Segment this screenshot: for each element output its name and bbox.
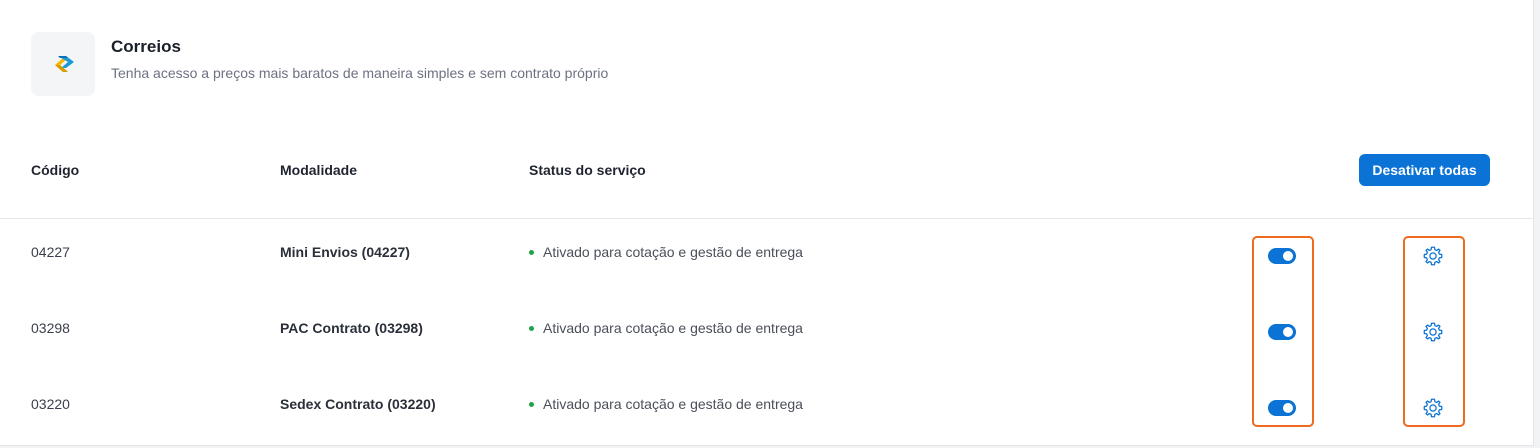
column-header-code: Código bbox=[31, 162, 80, 178]
status-dot-icon bbox=[529, 401, 534, 407]
correios-logo bbox=[31, 32, 95, 96]
page-title: Correios bbox=[111, 37, 181, 56]
toggle-knob bbox=[1283, 251, 1293, 261]
correios-logo-icon bbox=[55, 56, 74, 72]
status-dot-icon bbox=[529, 325, 534, 331]
row-status: Ativado para cotação e gestão de entrega bbox=[529, 290, 803, 366]
table-row: 04227 Mini Envios (04227) Ativado para c… bbox=[0, 214, 1534, 290]
gear-icon[interactable] bbox=[1422, 245, 1444, 267]
toggle-knob bbox=[1283, 327, 1293, 337]
row-status: Ativado para cotação e gestão de entrega bbox=[529, 366, 803, 442]
row-status-text: Ativado para cotação e gestão de entrega bbox=[543, 396, 803, 412]
carrier-card: Correios Tenha acesso a preços mais bara… bbox=[0, 0, 1534, 446]
row-status: Ativado para cotação e gestão de entrega bbox=[529, 214, 803, 290]
gear-icon[interactable] bbox=[1422, 397, 1444, 419]
service-toggle[interactable] bbox=[1268, 324, 1296, 340]
column-header-status: Status do serviço bbox=[529, 162, 646, 178]
row-modality: Mini Envios (04227) bbox=[280, 244, 410, 260]
column-header-modality: Modalidade bbox=[280, 162, 358, 178]
table-row: 03298 PAC Contrato (03298) Ativado para … bbox=[0, 290, 1534, 366]
row-status-text: Ativado para cotação e gestão de entrega bbox=[543, 244, 803, 260]
row-modality: PAC Contrato (03298) bbox=[280, 320, 423, 336]
row-code: 04227 bbox=[31, 244, 70, 260]
service-toggle[interactable] bbox=[1268, 400, 1296, 416]
row-status-text: Ativado para cotação e gestão de entrega bbox=[543, 320, 803, 336]
row-modality: Sedex Contrato (03220) bbox=[280, 396, 436, 412]
page-subtitle: Tenha acesso a preços mais baratos de ma… bbox=[111, 65, 609, 81]
toggle-knob bbox=[1283, 403, 1293, 413]
deactivate-all-button[interactable]: Desativar todas bbox=[1359, 154, 1490, 186]
service-toggle[interactable] bbox=[1268, 248, 1296, 264]
row-code: 03298 bbox=[31, 320, 70, 336]
gear-icon[interactable] bbox=[1422, 321, 1444, 343]
table-row: 03220 Sedex Contrato (03220) Ativado par… bbox=[0, 366, 1534, 442]
row-code: 03220 bbox=[31, 396, 70, 412]
status-dot-icon bbox=[529, 249, 534, 255]
